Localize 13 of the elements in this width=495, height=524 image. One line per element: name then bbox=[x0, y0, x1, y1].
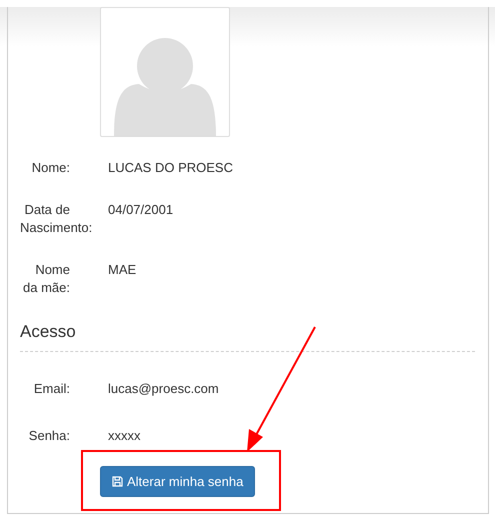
field-value: MAE bbox=[108, 261, 136, 279]
field-value: 04/07/2001 bbox=[108, 201, 174, 219]
field-value: LUCAS DO PROESC bbox=[108, 159, 233, 177]
change-password-button[interactable]: Alterar minha senha bbox=[100, 466, 256, 497]
field-value: xxxxx bbox=[108, 427, 140, 445]
field-label: Data de Nascimento: bbox=[20, 202, 92, 235]
field-label: Nome: bbox=[32, 160, 70, 175]
field-label: Nome da mãe: bbox=[23, 262, 70, 295]
save-icon bbox=[112, 476, 123, 487]
field-value: lucas@proesc.com bbox=[108, 380, 219, 398]
section-heading: Acesso bbox=[20, 321, 77, 343]
field-label: Email: bbox=[34, 381, 70, 396]
field-label: Senha: bbox=[28, 428, 70, 443]
